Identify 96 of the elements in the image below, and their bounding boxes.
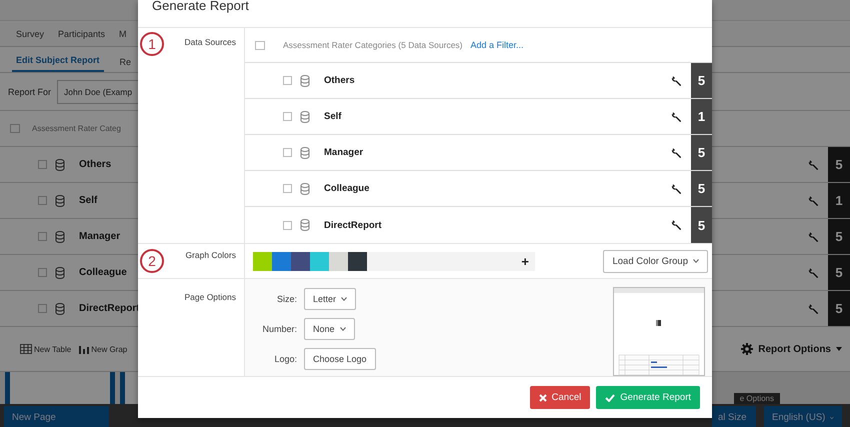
step-number: 2 bbox=[140, 249, 164, 273]
field-label: Logo: bbox=[273, 354, 297, 364]
expand-icon[interactable] bbox=[38, 268, 47, 277]
expand-icon[interactable] bbox=[283, 148, 292, 157]
count-badge: 5 bbox=[691, 171, 712, 206]
database-icon bbox=[55, 158, 65, 170]
dropdown-button[interactable]: al Size bbox=[712, 406, 756, 427]
color-swatch[interactable] bbox=[253, 252, 272, 270]
database-icon bbox=[55, 230, 65, 242]
data-source-name: Colleague bbox=[324, 183, 370, 194]
cancel-button[interactable]: Cancel bbox=[530, 386, 590, 409]
color-swatch[interactable] bbox=[329, 252, 348, 270]
add-color-button[interactable]: + bbox=[521, 254, 529, 268]
close-icon bbox=[538, 394, 547, 402]
data-sources-header: Assessment Rater Categories (5 Data Sources) bbox=[283, 40, 463, 50]
section-label: Page Options bbox=[184, 291, 236, 302]
nav-tab[interactable]: Participants bbox=[58, 28, 106, 38]
count-badge: 1 bbox=[691, 99, 712, 134]
caret-icon bbox=[836, 347, 842, 351]
count-badge: 1 bbox=[828, 183, 850, 218]
color-swatch[interactable] bbox=[348, 252, 367, 270]
expand-icon[interactable] bbox=[38, 304, 47, 313]
data-source-name: DirectReport bbox=[324, 220, 382, 230]
rater-header: Assessment Rater Categ bbox=[32, 124, 121, 133]
database-icon bbox=[55, 266, 65, 278]
new-page-button[interactable]: New Page bbox=[4, 406, 109, 427]
nav-tab[interactable]: M bbox=[119, 28, 127, 38]
chevron-icon bbox=[341, 297, 348, 301]
report-options-button[interactable]: Report Options bbox=[741, 343, 842, 355]
chevron-icon bbox=[693, 259, 699, 263]
generate-report-button[interactable]: Generate Report bbox=[596, 386, 700, 409]
count-badge: 5 bbox=[828, 255, 850, 290]
expand-icon[interactable] bbox=[283, 220, 292, 230]
page-thumbnail[interactable] bbox=[5, 372, 115, 404]
count-badge: 5 bbox=[828, 147, 850, 182]
color-swatch[interactable] bbox=[272, 252, 291, 270]
count-badge: 5 bbox=[828, 291, 850, 326]
count-badge: 5 bbox=[691, 135, 712, 170]
collapse-icon[interactable] bbox=[255, 40, 265, 50]
nav-tab[interactable]: Survey bbox=[16, 28, 44, 38]
table-icon bbox=[20, 344, 32, 354]
choose-logo-button[interactable]: Choose Logo bbox=[304, 348, 376, 370]
expand-icon[interactable] bbox=[283, 184, 292, 193]
dropdown-button[interactable]: English (US) bbox=[764, 406, 842, 427]
new-table-button[interactable]: New Table bbox=[20, 344, 72, 354]
chevron-icon bbox=[340, 327, 346, 331]
expand-icon[interactable] bbox=[283, 112, 292, 121]
database-icon bbox=[300, 146, 310, 158]
expand-icon[interactable] bbox=[38, 160, 47, 169]
database-icon bbox=[300, 74, 310, 86]
data-source-name: Self bbox=[324, 111, 342, 122]
wrench-icon[interactable] bbox=[671, 146, 683, 158]
sub-tab[interactable]: Re bbox=[116, 57, 136, 72]
dialog-title: Generate Report bbox=[152, 0, 249, 13]
step-number: 1 bbox=[140, 32, 164, 56]
color-swatch[interactable] bbox=[310, 252, 329, 270]
wrench-icon[interactable] bbox=[671, 182, 683, 194]
database-icon bbox=[55, 194, 65, 206]
count-badge: 5 bbox=[691, 63, 712, 98]
settings-icon bbox=[741, 343, 754, 355]
load-color-group-dropdown[interactable]: Load Color Group bbox=[603, 250, 708, 272]
field-label: Number: bbox=[261, 324, 297, 334]
database-icon bbox=[55, 302, 65, 314]
category-name: Colleague bbox=[79, 267, 127, 278]
category-name: Others bbox=[79, 159, 112, 170]
database-icon bbox=[300, 110, 310, 122]
report-for-label: Report For bbox=[8, 86, 52, 96]
expand-icon[interactable] bbox=[283, 76, 292, 85]
data-source-name: Manager bbox=[324, 147, 364, 158]
option-dropdown[interactable]: Letter bbox=[304, 288, 356, 310]
checkmark-icon bbox=[605, 394, 616, 402]
wrench-icon[interactable] bbox=[671, 110, 683, 122]
data-source-name: Others bbox=[324, 75, 355, 86]
database-icon bbox=[300, 219, 310, 231]
section-label: Graph Colors bbox=[185, 249, 236, 260]
bar-chart-icon bbox=[79, 344, 90, 354]
sub-tab[interactable]: Edit Subject Report bbox=[12, 55, 104, 72]
category-name: Self bbox=[79, 195, 98, 206]
chevron-icon bbox=[830, 416, 834, 420]
new-graph-button[interactable]: New Grap bbox=[79, 344, 128, 354]
wrench-icon[interactable] bbox=[671, 74, 683, 86]
database-icon bbox=[300, 182, 310, 194]
count-badge: 5 bbox=[691, 207, 712, 243]
count-badge: 5 bbox=[828, 219, 850, 254]
section-label: Data Sources bbox=[184, 36, 236, 47]
add-filter-link[interactable]: Add a Filter... bbox=[470, 40, 524, 50]
option-dropdown[interactable]: None bbox=[304, 318, 355, 340]
color-swatch[interactable] bbox=[291, 252, 310, 270]
field-label: Size: bbox=[276, 294, 297, 304]
collapse-icon[interactable] bbox=[10, 124, 20, 133]
expand-icon[interactable] bbox=[38, 232, 47, 241]
category-name: Manager bbox=[79, 231, 120, 242]
expand-icon[interactable] bbox=[38, 196, 47, 205]
tooltip: e Options bbox=[734, 393, 780, 404]
category-name: DirectReport bbox=[79, 303, 140, 314]
wrench-icon[interactable] bbox=[671, 219, 683, 231]
